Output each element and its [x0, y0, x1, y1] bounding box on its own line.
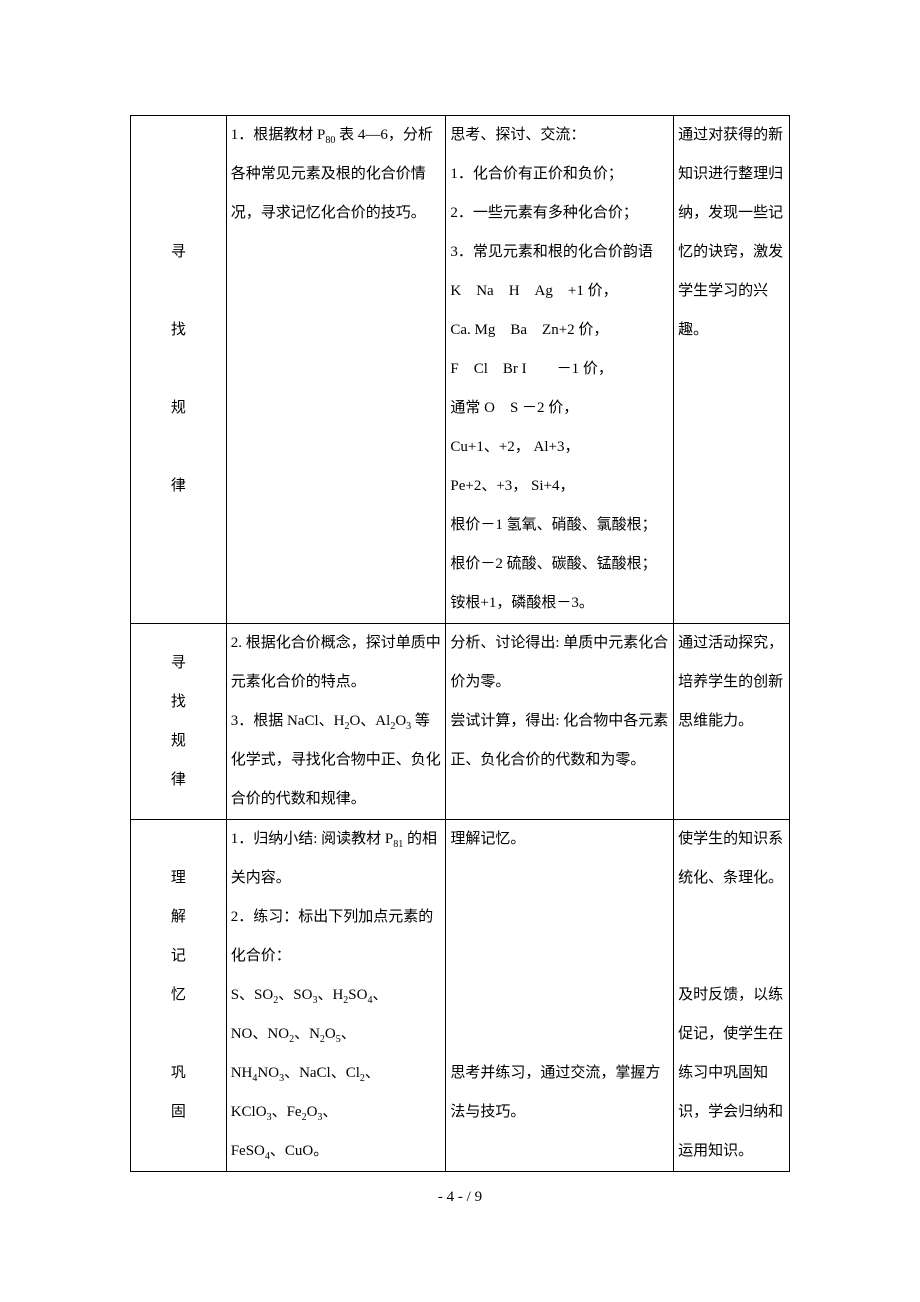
teacher-activity: 1．根据教材 P80 表 4—6，分析各种常见元素及根的化合价情况，寻求记忆化合…	[226, 116, 446, 624]
document-page: 寻找规律 1．根据教材 P80 表 4—6，分析各种常见元素及根的化合价情况，寻…	[0, 0, 920, 1302]
table-row: 寻找规律 2. 根据化合价概念，探讨单质中元素化合价的特点。3．根据 NaCl、…	[131, 624, 790, 820]
table-row: 寻找规律 1．根据教材 P80 表 4—6，分析各种常见元素及根的化合价情况，寻…	[131, 116, 790, 624]
stage-label: 寻找规律	[131, 116, 227, 624]
design-intent: 使学生的知识系统化、条理化。及时反馈，以练促记，使学生在练习中巩固知识，学会归纳…	[674, 820, 790, 1172]
student-activity: 理解记忆。思考并练习，通过交流，掌握方法与技巧。	[446, 820, 674, 1172]
table-row: 理解记忆巩固 1．归纳小结: 阅读教材 P81 的相关内容。2．练习：标出下列加…	[131, 820, 790, 1172]
stage-label: 理解记忆巩固	[131, 820, 227, 1172]
student-activity: 分析、讨论得出: 单质中元素化合价为零。尝试计算，得出: 化合物中各元素正、负化…	[446, 624, 674, 820]
page-footer: - 4 - / 9	[0, 1178, 920, 1217]
student-activity: 思考、探讨、交流：1．化合价有正价和负价；2．一些元素有多种化合价；3．常见元素…	[446, 116, 674, 624]
teacher-activity: 1．归纳小结: 阅读教材 P81 的相关内容。2．练习：标出下列加点元素的化合价…	[226, 820, 446, 1172]
design-intent: 通过活动探究，培养学生的创新思维能力。	[674, 624, 790, 820]
teacher-activity: 2. 根据化合价概念，探讨单质中元素化合价的特点。3．根据 NaCl、H2O、A…	[226, 624, 446, 820]
stage-label: 寻找规律	[131, 624, 227, 820]
design-intent: 通过对获得的新知识进行整理归纳，发现一些记忆的诀窍，激发学生学习的兴趣。	[674, 116, 790, 624]
lesson-plan-table: 寻找规律 1．根据教材 P80 表 4—6，分析各种常见元素及根的化合价情况，寻…	[130, 115, 790, 1172]
